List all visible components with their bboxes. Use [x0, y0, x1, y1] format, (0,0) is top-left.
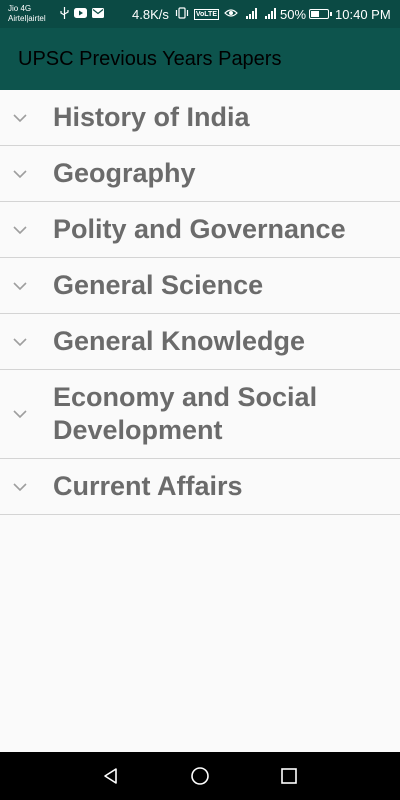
system-navigation-bar [0, 752, 400, 800]
category-label: Current Affairs [53, 471, 243, 501]
category-label: General Knowledge [53, 326, 306, 356]
category-label: History of India [53, 102, 250, 132]
chevron-down-icon[interactable] [13, 225, 27, 235]
category-item-general-science[interactable]: General Science [0, 258, 400, 314]
chevron-down-icon[interactable] [13, 113, 27, 123]
volte-icon: VoLTE [193, 8, 219, 20]
clock: 10:40 PM [335, 6, 391, 22]
status-bar: Jio 4G Airtel|airtel 4.8K/s VoLTE 50% 10… [0, 0, 400, 28]
app-bar: UPSC Previous Years Papers [0, 28, 400, 90]
youtube-icon [74, 7, 87, 21]
usb-icon [60, 6, 69, 22]
vibrate-icon [175, 6, 189, 22]
notification-icons [60, 6, 104, 22]
system-icons: VoLTE [175, 6, 278, 22]
category-item-geography[interactable]: Geography [0, 146, 400, 202]
category-item-economy-and-social-development[interactable]: Economy and Social Development [0, 370, 400, 459]
eye-comfort-icon [224, 8, 238, 21]
battery-fill [311, 11, 320, 17]
chevron-down-icon[interactable] [13, 482, 27, 492]
battery-percent: 50% [280, 6, 307, 22]
category-label: Polity and Governance [53, 214, 346, 244]
chevron-down-icon[interactable] [13, 409, 27, 419]
battery-icon [309, 9, 333, 19]
page-title: UPSC Previous Years Papers [18, 47, 282, 70]
carrier-info: Jio 4G Airtel|airtel [8, 4, 58, 24]
category-list: History of India Geography Polity and Go… [0, 90, 400, 515]
category-label: Economy and Social Development [53, 382, 318, 445]
category-label: Geography [53, 158, 196, 188]
category-item-history-of-india[interactable]: History of India [0, 90, 400, 146]
network-speed: 4.8K/s [132, 6, 169, 22]
carrier-line-1: Jio 4G [8, 4, 32, 13]
home-circle-icon[interactable] [190, 766, 210, 786]
back-triangle-icon[interactable] [101, 766, 121, 786]
chevron-down-icon[interactable] [13, 169, 27, 179]
signal-icon [264, 7, 278, 22]
category-label: General Science [53, 270, 264, 300]
mail-icon [92, 7, 104, 21]
recents-square-icon[interactable] [279, 766, 299, 786]
category-item-general-knowledge[interactable]: General Knowledge [0, 314, 400, 370]
carrier-line-2: Airtel|airtel [8, 14, 46, 23]
category-item-current-affairs[interactable]: Current Affairs [0, 459, 400, 515]
category-item-polity-and-governance[interactable]: Polity and Governance [0, 202, 400, 258]
chevron-down-icon[interactable] [13, 337, 27, 347]
signal-4g-icon [243, 7, 259, 22]
chevron-down-icon[interactable] [13, 281, 27, 291]
